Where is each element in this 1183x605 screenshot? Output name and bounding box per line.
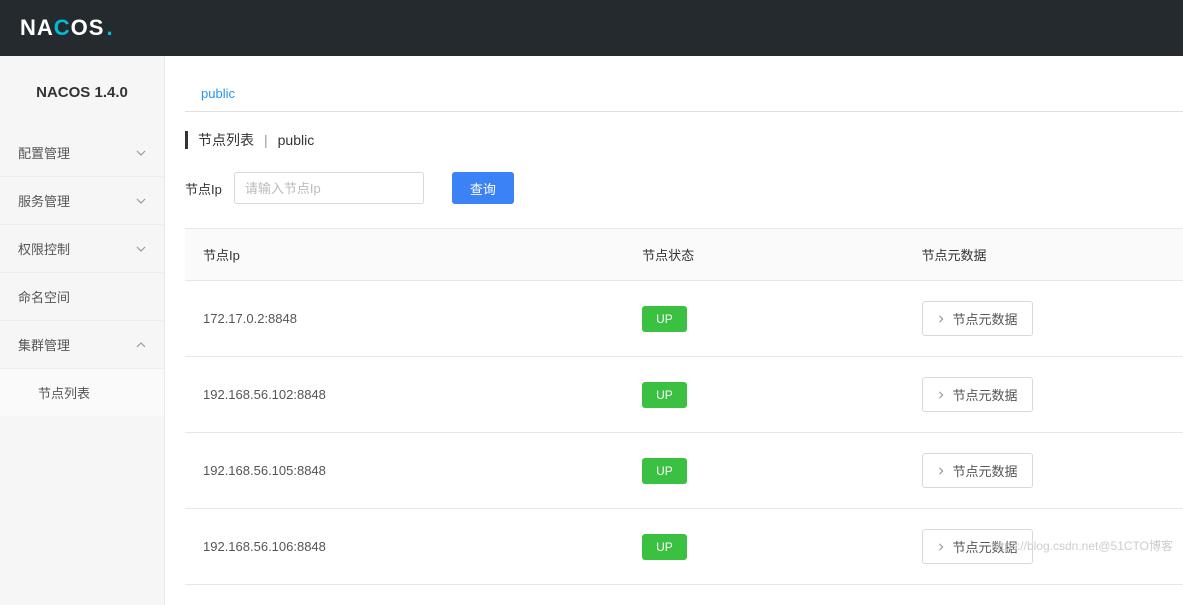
cell-meta: 节点元数据 <box>904 281 1183 357</box>
tab-public[interactable]: public <box>185 76 251 111</box>
metadata-button-label: 节点元数据 <box>953 461 1018 480</box>
chevron-right-icon <box>937 391 945 399</box>
cell-meta: 节点元数据 <box>904 357 1183 433</box>
chevron-down-icon <box>136 244 146 254</box>
table-header-meta: 节点元数据 <box>904 229 1183 281</box>
cell-ip: 172.17.0.2:8848 <box>185 281 624 357</box>
title-sub: public <box>278 132 315 148</box>
table-row: 192.168.56.102:8848 UP 节点元数据 <box>185 357 1183 433</box>
cell-ip: 192.168.56.102:8848 <box>185 357 624 433</box>
metadata-button[interactable]: 节点元数据 <box>922 377 1033 412</box>
version-label: NACOS 1.4.0 <box>0 56 164 129</box>
title-separator: | <box>264 132 268 148</box>
sidebar: NACOS 1.4.0 配置管理 服务管理 权限控制 命名空间 <box>0 56 165 605</box>
chevron-right-icon <box>937 543 945 551</box>
cell-status: UP <box>624 509 903 585</box>
chevron-right-icon <box>937 467 945 475</box>
sidebar-item-namespace[interactable]: 命名空间 <box>0 273 164 321</box>
table-header-status: 节点状态 <box>624 229 903 281</box>
sidebar-item-auth[interactable]: 权限控制 <box>0 225 164 273</box>
page-title: 节点列表 | public <box>185 130 1183 150</box>
sidebar-item-label: 配置管理 <box>18 143 70 162</box>
sidebar-item-label: 服务管理 <box>18 191 70 210</box>
cell-status: UP <box>624 281 903 357</box>
cell-status: UP <box>624 357 903 433</box>
logo-text: NACOS. <box>20 15 114 41</box>
node-table: 节点Ip 节点状态 节点元数据 172.17.0.2:8848UP节点元数据19… <box>185 228 1183 585</box>
sidebar-item-service[interactable]: 服务管理 <box>0 177 164 225</box>
header: NACOS. <box>0 0 1183 56</box>
chevron-down-icon <box>136 148 146 158</box>
title-bar-icon <box>185 131 188 149</box>
cell-meta: 节点元数据 <box>904 509 1183 585</box>
cell-meta: 节点元数据 <box>904 433 1183 509</box>
title-main: 节点列表 <box>198 130 254 150</box>
sidebar-item-config[interactable]: 配置管理 <box>0 129 164 177</box>
metadata-button-label: 节点元数据 <box>953 537 1018 556</box>
metadata-button-label: 节点元数据 <box>953 385 1018 404</box>
metadata-button[interactable]: 节点元数据 <box>922 453 1033 488</box>
chevron-right-icon <box>937 315 945 323</box>
metadata-button[interactable]: 节点元数据 <box>922 301 1033 336</box>
status-badge: UP <box>642 382 687 408</box>
chevron-down-icon <box>136 196 146 206</box>
sidebar-subitem-nodelist[interactable]: 节点列表 <box>0 369 164 416</box>
cell-ip: 192.168.56.106:8848 <box>185 509 624 585</box>
table-row: 172.17.0.2:8848 UP 节点元数据 <box>185 281 1183 357</box>
cell-status: UP <box>624 433 903 509</box>
metadata-button[interactable]: 节点元数据 <box>922 529 1033 564</box>
tab-bar: public <box>185 76 1183 112</box>
search-row: 节点Ip 查询 <box>185 172 1183 204</box>
table-header-ip: 节点Ip <box>185 229 624 281</box>
sidebar-item-label: 集群管理 <box>18 335 70 354</box>
status-badge: UP <box>642 458 687 484</box>
logo[interactable]: NACOS. <box>20 15 114 41</box>
sidebar-item-label: 权限控制 <box>18 239 70 258</box>
search-label: 节点Ip <box>185 179 222 198</box>
table-row: 192.168.56.106:8848 UP 节点元数据 <box>185 509 1183 585</box>
table-row: 192.168.56.105:8848 UP 节点元数据 <box>185 433 1183 509</box>
sidebar-item-label: 命名空间 <box>18 287 70 306</box>
status-badge: UP <box>642 534 687 560</box>
status-badge: UP <box>642 306 687 332</box>
chevron-up-icon <box>136 340 146 350</box>
search-button[interactable]: 查询 <box>452 172 514 204</box>
sidebar-item-cluster[interactable]: 集群管理 <box>0 321 164 369</box>
node-ip-input[interactable] <box>234 172 424 204</box>
metadata-button-label: 节点元数据 <box>953 309 1018 328</box>
main-content: public 节点列表 | public 节点Ip 查询 节点Ip 节点状态 节… <box>165 56 1183 605</box>
cell-ip: 192.168.56.105:8848 <box>185 433 624 509</box>
